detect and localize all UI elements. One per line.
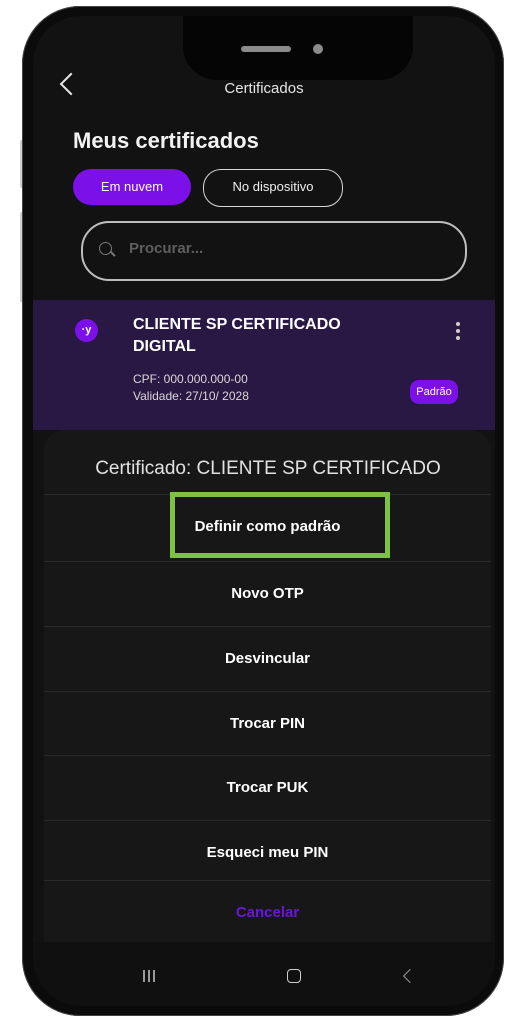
home-icon[interactable]	[287, 969, 301, 983]
certificate-avatar: ·y	[75, 319, 98, 342]
header-title: Certificados	[224, 80, 304, 97]
action-sheet-title: Certificado: CLIENTE SP CERTIFICADO	[95, 458, 441, 479]
cancel-button[interactable]: Cancelar	[44, 880, 491, 945]
phone-notch	[183, 16, 413, 80]
filter-chip-cloud[interactable]: Em nuvem	[73, 169, 191, 205]
more-vertical-icon[interactable]	[453, 322, 463, 348]
certificate-validity: Validade: 27/10/ 2028	[133, 389, 249, 403]
default-badge: Padrão	[410, 380, 458, 404]
search-bar[interactable]	[81, 221, 467, 281]
phone-frame: Certificados Meus certificados Em nuvem …	[22, 6, 504, 1016]
search-icon	[99, 242, 112, 255]
highlight-box	[170, 492, 390, 558]
app-screen: Certificados Meus certificados Em nuvem …	[33, 16, 495, 1006]
speaker-icon	[241, 46, 291, 52]
certificate-card[interactable]: ·y CLIENTE SP CERTIFICADO DIGITAL CPF: 0…	[33, 300, 495, 430]
nav-back-icon[interactable]	[402, 968, 418, 984]
certificate-cpf: CPF: 000.000.000-00	[133, 372, 248, 386]
system-nav-bar	[33, 942, 495, 1006]
camera-icon	[313, 44, 323, 54]
option-change-pin[interactable]: Trocar PIN	[44, 691, 491, 756]
option-unlink[interactable]: Desvincular	[44, 626, 491, 691]
certificate-name: CLIENTE SP CERTIFICADO DIGITAL	[133, 316, 341, 355]
option-forgot-pin[interactable]: Esqueci meu PIN	[44, 820, 491, 885]
page-title: Meus certificados	[73, 128, 259, 153]
option-new-otp[interactable]: Novo OTP	[44, 561, 491, 626]
recent-apps-icon[interactable]	[143, 970, 157, 982]
search-input[interactable]	[127, 239, 431, 258]
filter-chip-device[interactable]: No dispositivo	[203, 169, 343, 207]
option-change-puk[interactable]: Trocar PUK	[44, 755, 491, 820]
